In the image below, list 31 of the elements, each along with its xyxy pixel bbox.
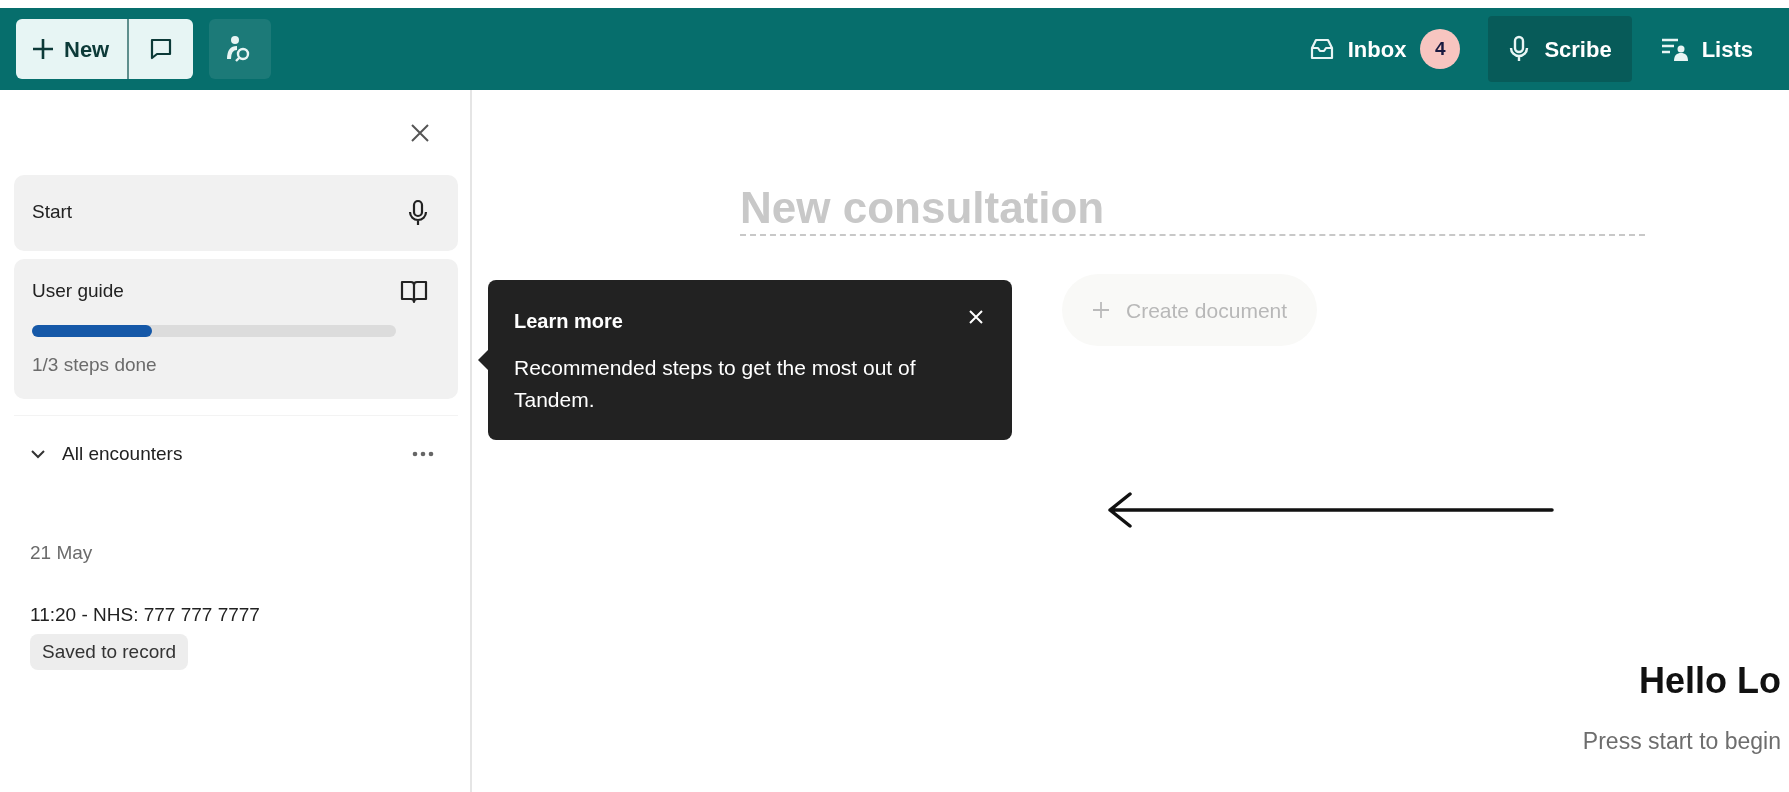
- nav-tab[interactable]: Scribe: [1488, 16, 1632, 82]
- start-button[interactable]: Start: [14, 174, 458, 251]
- tooltip-text: Recommended steps to get the most out of Tandem.: [514, 355, 917, 413]
- nav-tab[interactable]: Inbox 4: [1289, 16, 1481, 82]
- close-icon: [968, 309, 984, 325]
- tooltip-title: Learn more: [514, 309, 623, 334]
- count-badge: 4: [1420, 29, 1461, 69]
- greeting: Hello Lo: [1639, 659, 1781, 703]
- section-toggle[interactable]: All encounters: [30, 440, 183, 469]
- chevron-down-icon: [30, 449, 46, 460]
- hint-text: Press start to begin: [1582, 727, 1781, 756]
- plus-icon: [1092, 301, 1110, 320]
- status-badge: Saved to record: [30, 633, 189, 670]
- encounter-title[interactable]: 11:20 - NHS: 777 777 7777: [30, 601, 260, 630]
- user-guide-card[interactable]: User guide 1/3 steps done: [14, 258, 458, 399]
- progress-caption: 1/3 steps done: [32, 352, 158, 377]
- microphone-icon: [408, 198, 428, 227]
- new-button[interactable]: New: [16, 19, 130, 79]
- list-person-icon: [1659, 36, 1688, 62]
- microphone-icon: [1508, 35, 1531, 63]
- plus-icon: [32, 38, 54, 60]
- patient-search-button[interactable]: [209, 19, 272, 79]
- close-icon: [410, 123, 430, 143]
- more-icon[interactable]: [412, 451, 434, 458]
- card-label: User guide: [32, 279, 124, 304]
- date-label: 21 May: [29, 540, 94, 565]
- card-label: Start: [32, 200, 73, 225]
- chat-icon: [149, 37, 174, 61]
- book-icon: [400, 278, 428, 305]
- inbox-icon: [1309, 38, 1334, 60]
- nav-tab[interactable]: Lists: [1639, 16, 1773, 82]
